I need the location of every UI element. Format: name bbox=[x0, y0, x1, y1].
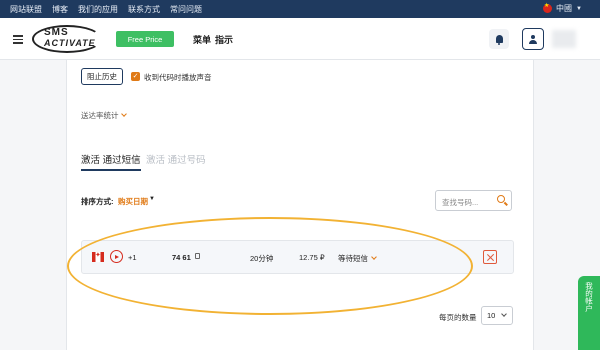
free-price-button[interactable]: Free Price bbox=[116, 31, 174, 47]
notifications-button[interactable] bbox=[489, 29, 509, 49]
logo-text-top: SMS bbox=[44, 27, 69, 38]
search-icon[interactable] bbox=[497, 195, 505, 203]
delivery-stats-toggle[interactable]: 送达率统计 bbox=[81, 110, 127, 121]
top-link-affiliate[interactable]: 网站联盟 bbox=[10, 4, 42, 15]
user-profile-button[interactable] bbox=[522, 28, 544, 50]
tab-sms-activation[interactable]: 激活 通过短信 bbox=[81, 152, 141, 171]
site-header: SMS ACTIVATE Free Price 菜单 指示 bbox=[0, 18, 600, 60]
per-page-value: 10 bbox=[487, 311, 496, 320]
language-selector[interactable]: 中國 ▼ bbox=[543, 2, 582, 14]
hamburger-menu-icon[interactable] bbox=[13, 35, 23, 44]
user-icon bbox=[529, 34, 537, 44]
side-account-label: 我的帐户 bbox=[584, 282, 594, 312]
autoplay-checkbox[interactable]: ✓ bbox=[131, 72, 140, 81]
top-link-faq[interactable]: 常问问题 bbox=[170, 4, 202, 15]
highlight-ellipse bbox=[67, 217, 473, 315]
redacted-balance bbox=[552, 30, 576, 48]
logo-text-bottom: ACTIVATE bbox=[44, 38, 96, 48]
language-label: 中國 bbox=[556, 4, 573, 13]
tab-number-activation[interactable]: 激活 通过号码 bbox=[146, 152, 206, 166]
nav-menu-link[interactable]: 菜单 bbox=[193, 33, 211, 46]
caret-down-icon: ▼ bbox=[576, 5, 582, 12]
sort-dropdown[interactable]: 购买日期 bbox=[118, 196, 148, 207]
per-page-select[interactable]: 10 bbox=[481, 306, 513, 325]
side-account-tab[interactable]: 我的帐户 bbox=[578, 276, 600, 350]
delivery-stats-label: 送达率统计 bbox=[81, 111, 119, 120]
top-link-apps[interactable]: 我们的应用 bbox=[78, 4, 118, 15]
history-button[interactable]: 阻止历史 bbox=[81, 68, 123, 85]
chevron-down-icon bbox=[501, 311, 507, 317]
caret-down-icon[interactable]: ▼ bbox=[149, 196, 155, 202]
number-search-input[interactable]: 查找号码... bbox=[435, 190, 512, 211]
per-page-label: 每页的数量 bbox=[439, 313, 477, 322]
bell-icon bbox=[495, 35, 503, 45]
cancel-activation-button[interactable] bbox=[483, 250, 497, 264]
top-link-contacts[interactable]: 联系方式 bbox=[128, 4, 160, 15]
site-logo[interactable]: SMS ACTIVATE bbox=[32, 25, 104, 53]
chevron-down-icon bbox=[120, 111, 127, 117]
china-flag-icon bbox=[543, 2, 553, 13]
autoplay-label: 收到代码时播放声音 bbox=[144, 73, 212, 82]
sort-label: 排序方式: bbox=[81, 197, 114, 206]
nav-instructions-link[interactable]: 指示 bbox=[215, 33, 233, 46]
top-link-blog[interactable]: 博客 bbox=[52, 4, 68, 15]
top-links-bar: 网站联盟 博客 我们的应用 联系方式 常问问题 中國 ▼ bbox=[0, 0, 600, 18]
search-placeholder: 查找号码... bbox=[442, 198, 479, 207]
